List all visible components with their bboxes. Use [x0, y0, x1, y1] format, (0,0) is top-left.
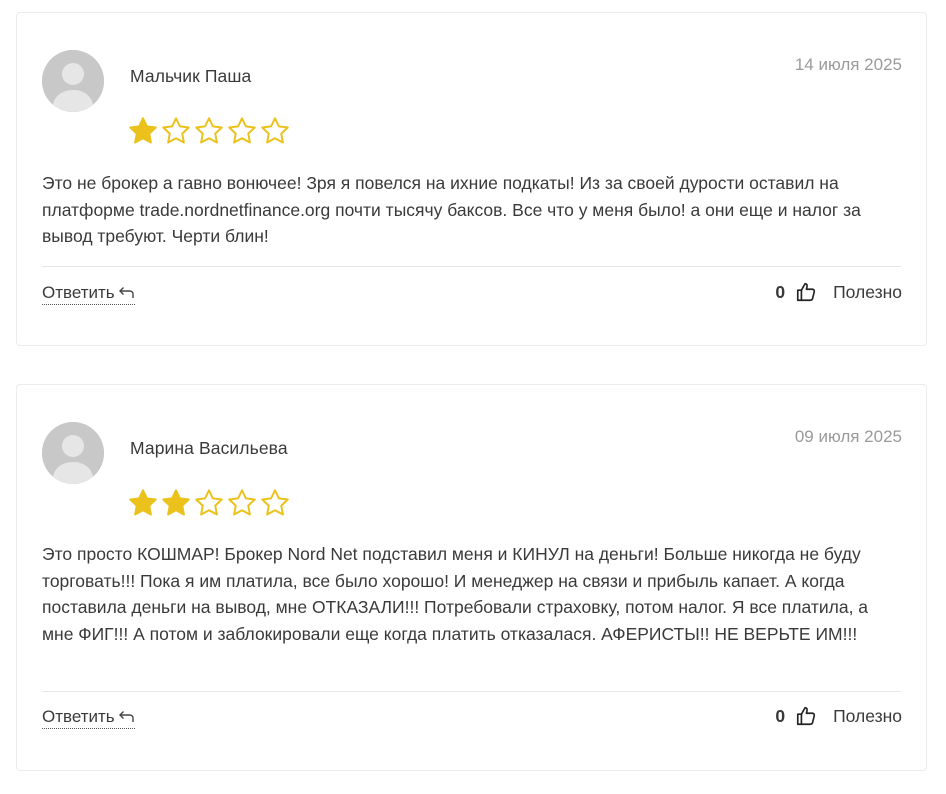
reply-arrow-icon — [118, 287, 134, 298]
review-card: Марина Васильева 09 июля 2025 Это просто… — [16, 384, 927, 771]
helpful-button[interactable]: Полезно — [833, 706, 902, 727]
star-empty-icon — [227, 116, 257, 146]
star-filled-icon — [161, 488, 191, 518]
review-text: Это не брокер а гавно вонючее! Зря я пов… — [42, 173, 861, 246]
reply-label: Ответить — [42, 707, 115, 726]
reply-arrow-icon — [118, 711, 134, 722]
author-name: Мальчик Паша — [130, 66, 252, 86]
star-empty-icon — [161, 116, 191, 146]
star-empty-icon — [260, 116, 290, 146]
star-rating — [128, 116, 290, 146]
reply-link[interactable]: Ответить — [42, 283, 135, 305]
user-placeholder-icon — [42, 422, 104, 484]
helpful-button[interactable]: Полезно — [833, 282, 902, 303]
thumbs-up-icon[interactable] — [795, 281, 817, 303]
helpful-count: 0 — [775, 705, 786, 726]
divider — [42, 266, 901, 267]
author-name: Марина Васильева — [130, 438, 288, 458]
star-empty-icon — [260, 488, 290, 518]
star-empty-icon — [194, 488, 224, 518]
star-empty-icon — [227, 488, 257, 518]
reply-label: Ответить — [42, 283, 115, 302]
review-text: Это просто КОШМАР! Брокер Nord Net подст… — [42, 544, 869, 644]
avatar — [42, 422, 104, 484]
thumbs-up-icon[interactable] — [795, 705, 817, 727]
review-date: 09 июля 2025 — [794, 427, 902, 446]
review-date: 14 июля 2025 — [794, 55, 902, 74]
divider — [42, 691, 901, 692]
star-rating — [128, 488, 290, 518]
review-card: Мальчик Паша 14 июля 2025 Это не брокер … — [16, 12, 927, 346]
helpful-block: 0 Полезно — [775, 705, 902, 727]
star-filled-icon — [128, 116, 158, 146]
star-empty-icon — [194, 116, 224, 146]
star-filled-icon — [128, 488, 158, 518]
helpful-block: 0 Полезно — [775, 281, 902, 303]
user-placeholder-icon — [42, 50, 104, 112]
reply-link[interactable]: Ответить — [42, 707, 135, 729]
helpful-count: 0 — [775, 281, 786, 302]
avatar — [42, 50, 104, 112]
